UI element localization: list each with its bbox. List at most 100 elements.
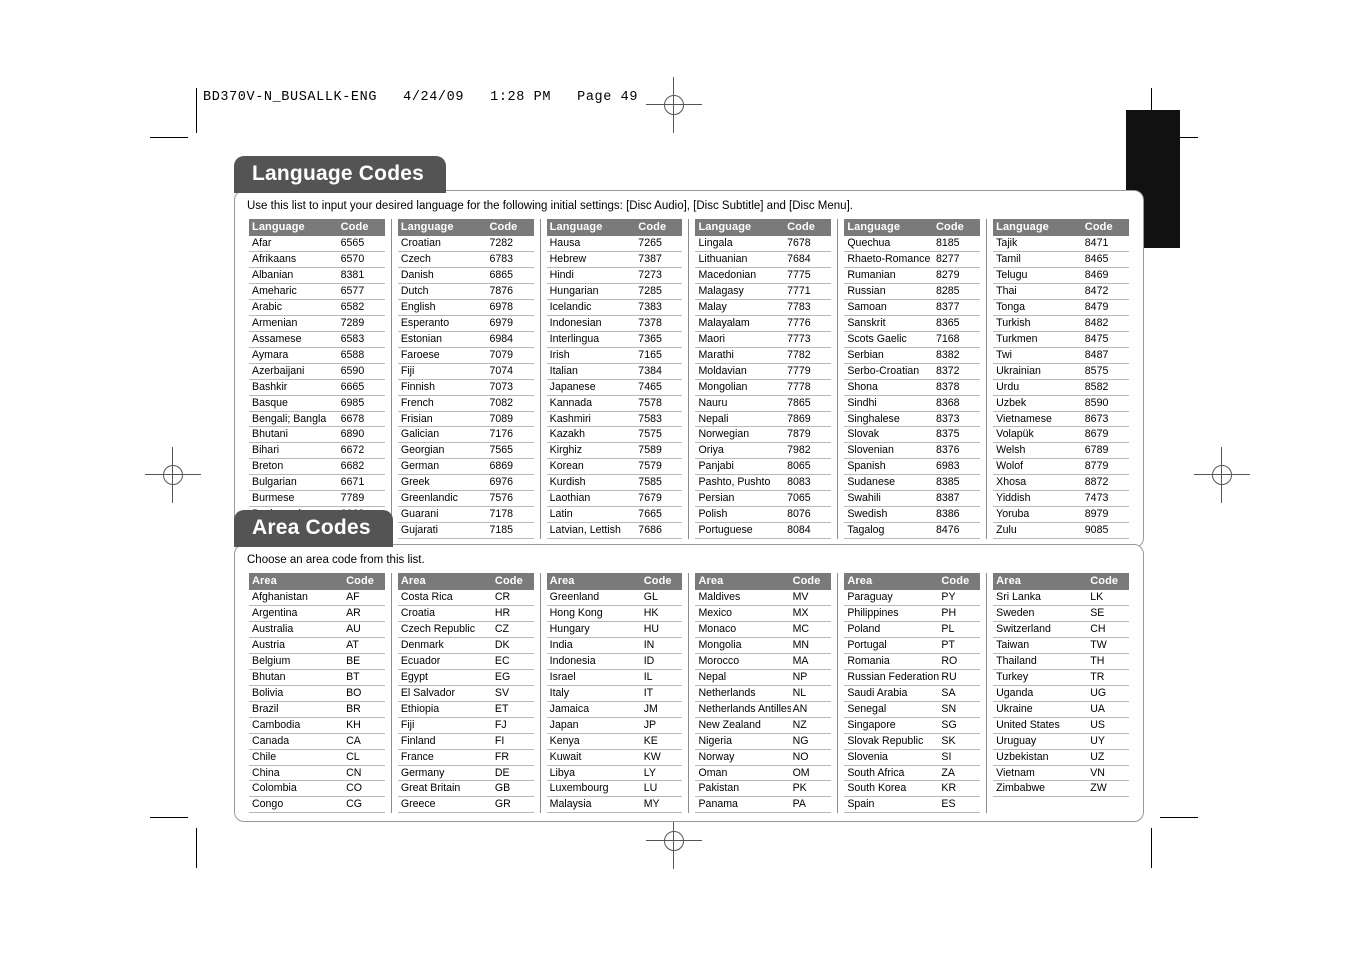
area-column-2: Area Code Costa Rica CR Croatia HR Czech Repub… (390, 573, 540, 814)
language-header-code: Code (785, 219, 832, 237)
area-code-cell: BE (344, 653, 385, 670)
area-name-cell: South Korea (844, 780, 940, 798)
area-header-row: Area Code (249, 573, 385, 591)
area-codes-intro: Choose an area code from this list. (247, 554, 425, 566)
area-table: Area Code Greenland GL Hong Kong HK Hungary HU I… (546, 573, 683, 814)
area-name-cell: Romania (844, 653, 940, 670)
table-row: English 6978 (397, 299, 534, 316)
language-code-cell: 6672 (338, 442, 385, 460)
area-code-cell: GL (641, 590, 683, 607)
language-code-cell: 7065 (785, 490, 832, 508)
table-row: Denmark DK (397, 637, 534, 655)
area-code-cell: UZ (1088, 749, 1129, 766)
crop-mark-top-left-horizontal (150, 137, 188, 138)
registration-mark-left (145, 447, 201, 503)
table-row: Fiji FJ (397, 717, 534, 734)
table-row: Maori 7773 (695, 331, 832, 348)
area-name-cell: Uruguay (993, 733, 1089, 750)
table-row: Japanese 7465 (546, 379, 683, 396)
language-code-cell: 7686 (636, 522, 683, 539)
area-name-cell: Taiwan (993, 637, 1089, 655)
table-row: Afar 6565 (249, 236, 385, 253)
language-name-cell: Bihari (249, 442, 339, 460)
table-row: Bulgarian 6671 (249, 474, 385, 492)
table-row: Uzbekistan UZ (993, 749, 1129, 766)
language-column-5: Language Code Quechua 8185 Rhaeto-Romance 827… (837, 219, 986, 539)
table-row: Canada CA (249, 733, 385, 750)
language-code-cell: 8368 (933, 395, 981, 412)
table-row: South Korea KR (844, 780, 981, 798)
area-code-cell: MY (641, 796, 683, 814)
table-row: Esperanto 6979 (397, 315, 534, 332)
language-name-cell: Panjabi (695, 458, 786, 476)
table-row: Afghanistan AF (249, 590, 385, 607)
table-row: El Salvador SV (397, 685, 534, 702)
crop-mark-bottom-right-vertical (1151, 828, 1152, 868)
table-row: Greenland GL (546, 590, 683, 607)
table-row: Ethiopia ET (397, 701, 534, 718)
language-name-cell: Samoan (844, 299, 934, 316)
language-name-cell: Dutch (397, 283, 488, 301)
area-name-cell: Japan (546, 717, 642, 734)
table-row: Monaco MC (695, 621, 832, 639)
language-name-cell: Bashkir (249, 379, 339, 396)
area-header-name: Area (844, 573, 940, 591)
language-name-cell: Afrikaans (249, 251, 339, 269)
table-row: Sri Lanka LK (993, 590, 1129, 607)
table-row: Lingala 7678 (695, 236, 832, 253)
area-name-cell: Malaysia (546, 796, 642, 814)
table-row: Thai 8472 (993, 283, 1129, 301)
area-code-cell: CO (344, 780, 385, 798)
table-row: Brazil BR (249, 701, 385, 718)
table-row: Kashmiri 7583 (546, 411, 683, 428)
language-code-cell: 8377 (933, 299, 981, 316)
table-row: Vietnam VN (993, 765, 1129, 782)
table-row: Croatian 7282 (397, 236, 534, 253)
language-code-cell: 7779 (785, 363, 832, 380)
table-row: Maldives MV (695, 590, 832, 607)
table-row: Senegal SN (844, 701, 981, 718)
language-code-cell: 8479 (1082, 299, 1129, 316)
table-row: Jamaica JM (546, 701, 683, 718)
table-row: Croatia HR (397, 605, 534, 623)
language-name-cell: Kurdish (546, 474, 637, 492)
language-name-cell: Maori (695, 331, 786, 348)
table-row: Scots Gaelic 7168 (844, 331, 981, 348)
crop-mark-bottom-left-vertical (196, 828, 197, 868)
area-name-cell: United States (993, 717, 1089, 734)
area-code-cell: BT (344, 669, 385, 686)
language-code-cell: 7778 (785, 379, 832, 396)
table-row: Assamese 6583 (249, 331, 385, 348)
table-row: Taiwan TW (993, 637, 1129, 655)
language-code-cell: 8376 (933, 442, 981, 460)
area-code-cell: LY (641, 765, 683, 782)
language-name-cell: Fiji (397, 363, 488, 380)
area-header-code: Code (344, 573, 385, 591)
language-code-cell: 8575 (1082, 363, 1129, 380)
area-code-cell: EC (492, 653, 534, 670)
table-row: Hindi 7273 (546, 267, 683, 285)
language-code-cell: 8472 (1082, 283, 1129, 301)
area-header-row: Area Code (695, 573, 832, 591)
table-row: Faroese 7079 (397, 347, 534, 364)
registration-mark-top-center (646, 77, 702, 133)
language-name-cell: Breton (249, 458, 339, 476)
language-header-name: Language (249, 219, 339, 237)
table-row: Kazakh 7575 (546, 426, 683, 444)
language-name-cell: Italian (546, 363, 637, 380)
language-name-cell: Shona (844, 379, 934, 396)
area-code-cell: UG (1088, 685, 1129, 702)
language-name-cell: Czech (397, 251, 488, 269)
language-name-cell: Frisian (397, 411, 488, 428)
language-name-cell: Tagalog (844, 522, 934, 539)
area-code-cell: BO (344, 685, 385, 702)
table-row: Poland PL (844, 621, 981, 639)
language-name-cell: Kirghiz (546, 442, 637, 460)
area-header-name: Area (695, 573, 791, 591)
language-name-cell: Gujarati (397, 522, 488, 539)
table-row: Danish 6865 (397, 267, 534, 285)
language-name-cell: Croatian (397, 236, 488, 253)
area-name-cell: Indonesia (546, 653, 642, 670)
area-name-cell: Great Britain (397, 780, 493, 798)
area-name-cell: Czech Republic (397, 621, 493, 639)
